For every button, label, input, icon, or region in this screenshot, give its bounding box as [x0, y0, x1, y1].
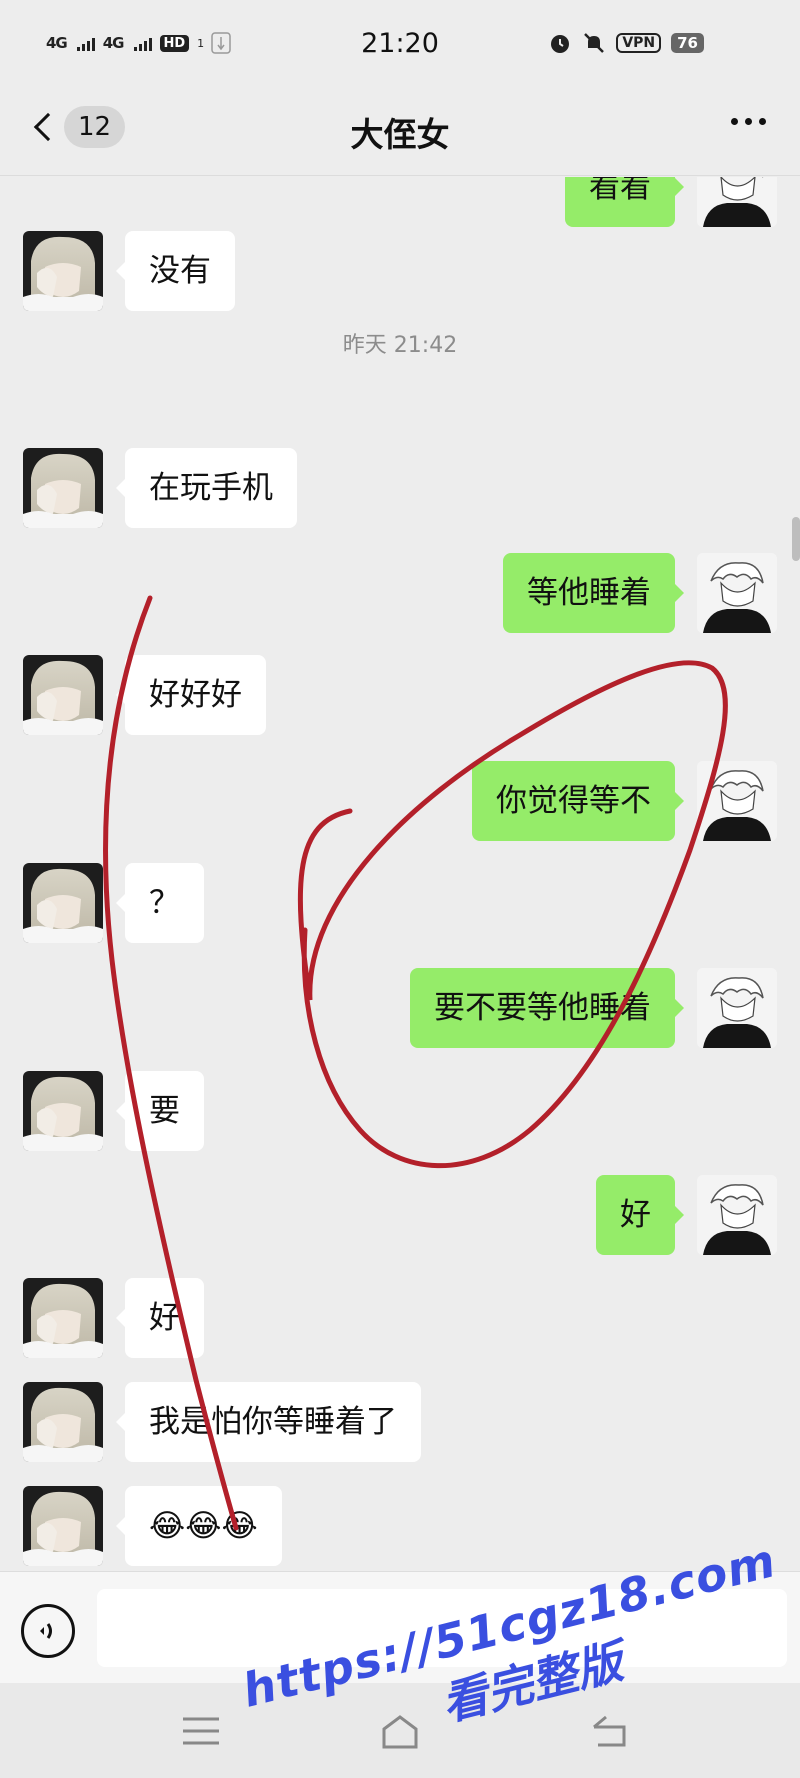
message-bubble-contact[interactable]: 好 — [116, 1278, 204, 1358]
alarm-icon — [551, 35, 570, 53]
voice-icon — [40, 1623, 52, 1639]
avatar-self[interactable] — [697, 553, 777, 633]
chat-title: 大侄女 — [350, 115, 450, 154]
message-row: 等他睡着 — [0, 553, 800, 633]
message-row: 要 — [0, 1071, 800, 1151]
message-bubble-contact[interactable]: 😂😂😂 — [116, 1486, 282, 1566]
message-input[interactable] — [97, 1589, 787, 1667]
message-timestamp: 昨天 21:42 — [342, 333, 458, 358]
message-row: 😂😂😂 — [0, 1486, 800, 1566]
avatar-contact[interactable] — [23, 448, 103, 528]
avatar-contact[interactable] — [23, 655, 103, 735]
avatar-contact[interactable] — [23, 1278, 103, 1358]
avatar-contact[interactable] — [23, 231, 103, 311]
message-row: 在玩手机 — [0, 448, 800, 528]
message-bubble-self[interactable]: 要不要等他睡着 — [410, 968, 684, 1048]
more-dots-icon — [731, 118, 738, 125]
message-row: 好 — [0, 1175, 800, 1255]
message-bubble-contact[interactable]: ？ — [116, 863, 204, 943]
voice-button[interactable] — [21, 1604, 75, 1658]
avatar-self[interactable] — [697, 177, 777, 227]
message-row: 好 — [0, 1278, 800, 1358]
avatar-self[interactable] — [697, 1175, 777, 1255]
message-row: 没有 — [0, 231, 800, 311]
battery-level: 76 — [671, 33, 704, 53]
message-row: 要不要等他睡着 — [0, 968, 800, 1048]
chat-header: 12 大侄女 — [0, 92, 800, 176]
avatar-self[interactable] — [697, 761, 777, 841]
message-bubble-self[interactable]: 好 — [596, 1175, 684, 1255]
avatar-contact[interactable] — [23, 863, 103, 943]
avatar-contact[interactable] — [23, 1382, 103, 1462]
status-bar: 4G 4G HD 1 21:20 VPN 76 — [0, 0, 800, 92]
message-bubble-contact[interactable]: 在玩手机 — [116, 448, 297, 528]
avatar-contact[interactable] — [23, 1071, 103, 1151]
message-row: ？ — [0, 863, 800, 943]
vpn-badge: VPN — [616, 33, 662, 53]
message-bubble-self[interactable]: 看看 — [565, 177, 684, 227]
message-bubble-self[interactable]: 等他睡着 — [503, 553, 684, 633]
back-nav-icon[interactable] — [586, 1709, 630, 1753]
scrollbar-thumb[interactable] — [792, 517, 800, 561]
mute-icon — [584, 33, 605, 53]
home-icon[interactable] — [378, 1709, 422, 1753]
message-bubble-contact[interactable]: 好好好 — [116, 655, 266, 735]
message-bubble-contact[interactable]: 没有 — [116, 231, 235, 311]
message-row: 我是怕你等睡着了 — [0, 1382, 800, 1462]
system-navigation-bar — [0, 1683, 800, 1778]
message-bubble-self[interactable]: 你觉得等不 — [472, 761, 684, 841]
status-right-group: VPN 76 — [548, 31, 704, 55]
message-bubble-contact[interactable]: 要 — [116, 1071, 204, 1151]
message-row: 看看 — [0, 177, 800, 227]
message-row: 你觉得等不 — [0, 761, 800, 841]
message-bubble-contact[interactable]: 我是怕你等睡着了 — [116, 1382, 421, 1462]
message-row: 好好好 — [0, 655, 800, 735]
avatar-self[interactable] — [697, 968, 777, 1048]
input-bar — [0, 1571, 800, 1683]
menu-icon[interactable] — [179, 1709, 223, 1753]
more-button[interactable] — [731, 118, 766, 125]
message-list[interactable]: 看看 没有 昨天 21:42 在玩手机 等他睡着 好好好 你觉得等不 ？ 要不要… — [0, 177, 800, 1570]
avatar-contact[interactable] — [23, 1486, 103, 1566]
